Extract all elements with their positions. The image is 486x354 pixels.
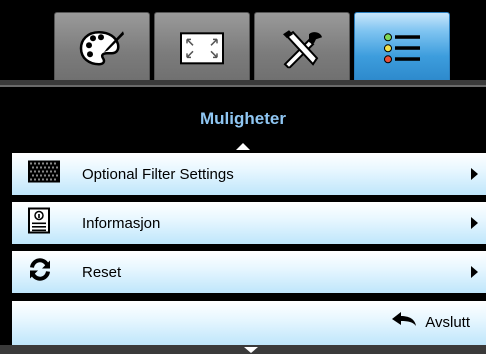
scroll-down-icon[interactable]	[244, 347, 258, 353]
chevron-right-icon	[471, 217, 478, 229]
back-arrow-icon	[391, 301, 417, 345]
menu-item-label: Reset	[82, 264, 122, 281]
reset-icon	[28, 258, 52, 287]
options-list-icon	[384, 33, 420, 64]
menu-item-informasjon[interactable]: Informasjon	[12, 202, 486, 246]
bottom-bar	[0, 345, 486, 354]
screen-resize-icon	[180, 32, 224, 65]
menu-item-label: Optional Filter Settings	[82, 166, 234, 183]
menu-item-label: Informasjon	[82, 215, 161, 232]
menu-item-reset[interactable]: Reset	[12, 251, 486, 295]
scroll-up-icon[interactable]	[236, 143, 250, 150]
tab-display[interactable]	[54, 12, 150, 86]
tab-setup[interactable]	[254, 12, 350, 86]
chevron-right-icon	[471, 266, 478, 278]
tab-screen[interactable]	[154, 12, 250, 86]
footer-row: Avslutt	[12, 301, 486, 345]
tab-bar	[0, 0, 486, 87]
page-title: Muligheter	[0, 87, 486, 145]
exit-button[interactable]: Avslutt	[391, 301, 470, 345]
chevron-right-icon	[471, 168, 478, 180]
menu-item-optional-filter-settings[interactable]: Optional Filter Settings	[12, 153, 486, 197]
info-document-icon	[28, 207, 50, 239]
filter-grid-icon	[28, 160, 60, 188]
palette-icon	[79, 30, 124, 66]
tab-options[interactable]	[354, 12, 450, 86]
exit-label: Avslutt	[425, 314, 470, 331]
tools-icon	[283, 30, 322, 69]
